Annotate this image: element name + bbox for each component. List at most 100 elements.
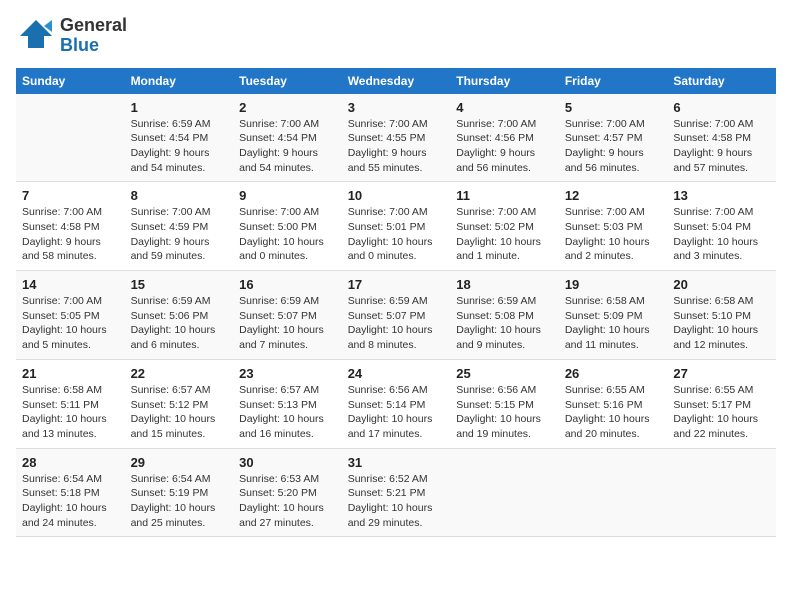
day-number: 20 — [673, 277, 770, 292]
calendar-cell: 27 Sunrise: 6:55 AM Sunset: 5:17 PM Dayli… — [667, 359, 776, 448]
calendar-cell: 5 Sunrise: 7:00 AM Sunset: 4:57 PM Daylig… — [559, 94, 668, 182]
logo-blue-text: Blue — [60, 36, 127, 56]
day-number: 5 — [565, 100, 662, 115]
day-info: Sunrise: 7:00 AM Sunset: 4:57 PM Dayligh… — [565, 117, 662, 176]
day-info: Sunrise: 6:54 AM Sunset: 5:19 PM Dayligh… — [131, 472, 228, 531]
day-number: 22 — [131, 366, 228, 381]
day-number: 26 — [565, 366, 662, 381]
calendar-cell: 16 Sunrise: 6:59 AM Sunset: 5:07 PM Dayli… — [233, 271, 342, 360]
calendar-cell: 10 Sunrise: 7:00 AM Sunset: 5:01 PM Dayli… — [342, 182, 451, 271]
calendar-cell: 3 Sunrise: 7:00 AM Sunset: 4:55 PM Daylig… — [342, 94, 451, 182]
day-number: 7 — [22, 188, 119, 203]
weekday-header-friday: Friday — [559, 68, 668, 94]
day-info: Sunrise: 6:53 AM Sunset: 5:20 PM Dayligh… — [239, 472, 336, 531]
day-info: Sunrise: 6:58 AM Sunset: 5:11 PM Dayligh… — [22, 383, 119, 442]
calendar-cell — [450, 448, 559, 537]
logo-bird-icon — [16, 16, 56, 52]
day-info: Sunrise: 7:00 AM Sunset: 4:55 PM Dayligh… — [348, 117, 445, 176]
calendar-cell: 13 Sunrise: 7:00 AM Sunset: 5:04 PM Dayli… — [667, 182, 776, 271]
day-number: 6 — [673, 100, 770, 115]
day-info: Sunrise: 6:57 AM Sunset: 5:13 PM Dayligh… — [239, 383, 336, 442]
day-info: Sunrise: 6:55 AM Sunset: 5:17 PM Dayligh… — [673, 383, 770, 442]
day-info: Sunrise: 7:00 AM Sunset: 4:58 PM Dayligh… — [673, 117, 770, 176]
calendar-week-row: 1 Sunrise: 6:59 AM Sunset: 4:54 PM Daylig… — [16, 94, 776, 182]
weekday-header-monday: Monday — [125, 68, 234, 94]
day-number: 3 — [348, 100, 445, 115]
day-info: Sunrise: 6:59 AM Sunset: 4:54 PM Dayligh… — [131, 117, 228, 176]
day-number: 30 — [239, 455, 336, 470]
calendar-cell: 28 Sunrise: 6:54 AM Sunset: 5:18 PM Dayli… — [16, 448, 125, 537]
day-number: 29 — [131, 455, 228, 470]
calendar-cell: 4 Sunrise: 7:00 AM Sunset: 4:56 PM Daylig… — [450, 94, 559, 182]
day-info: Sunrise: 7:00 AM Sunset: 4:56 PM Dayligh… — [456, 117, 553, 176]
day-number: 27 — [673, 366, 770, 381]
day-info: Sunrise: 6:59 AM Sunset: 5:07 PM Dayligh… — [239, 294, 336, 353]
weekday-header-sunday: Sunday — [16, 68, 125, 94]
calendar-cell: 1 Sunrise: 6:59 AM Sunset: 4:54 PM Daylig… — [125, 94, 234, 182]
day-info: Sunrise: 6:59 AM Sunset: 5:06 PM Dayligh… — [131, 294, 228, 353]
day-info: Sunrise: 7:00 AM Sunset: 4:54 PM Dayligh… — [239, 117, 336, 176]
day-info: Sunrise: 6:59 AM Sunset: 5:07 PM Dayligh… — [348, 294, 445, 353]
day-number: 9 — [239, 188, 336, 203]
day-info: Sunrise: 7:00 AM Sunset: 5:04 PM Dayligh… — [673, 205, 770, 264]
calendar-cell: 18Sunrise: 6:59 AM Sunset: 5:08 PM Dayli… — [450, 271, 559, 360]
day-number: 16 — [239, 277, 336, 292]
calendar-cell: 26 Sunrise: 6:55 AM Sunset: 5:16 PM Dayli… — [559, 359, 668, 448]
day-info: Sunrise: 6:52 AM Sunset: 5:21 PM Dayligh… — [348, 472, 445, 531]
day-number: 19 — [565, 277, 662, 292]
day-number: 18 — [456, 277, 553, 292]
day-info: Sunrise: 7:00 AM Sunset: 5:00 PM Dayligh… — [239, 205, 336, 264]
weekday-header-tuesday: Tuesday — [233, 68, 342, 94]
day-info: Sunrise: 7:00 AM Sunset: 5:03 PM Dayligh… — [565, 205, 662, 264]
day-number: 8 — [131, 188, 228, 203]
day-info: Sunrise: 6:57 AM Sunset: 5:12 PM Dayligh… — [131, 383, 228, 442]
day-info: Sunrise: 7:00 AM Sunset: 5:01 PM Dayligh… — [348, 205, 445, 264]
day-number: 24 — [348, 366, 445, 381]
calendar-week-row: 14Sunrise: 7:00 AM Sunset: 5:05 PM Dayli… — [16, 271, 776, 360]
day-number: 21 — [22, 366, 119, 381]
calendar-week-row: 28 Sunrise: 6:54 AM Sunset: 5:18 PM Dayli… — [16, 448, 776, 537]
calendar-cell: 8 Sunrise: 7:00 AM Sunset: 4:59 PM Daylig… — [125, 182, 234, 271]
calendar-cell: 29 Sunrise: 6:54 AM Sunset: 5:19 PM Dayli… — [125, 448, 234, 537]
page-header: General Blue — [16, 16, 776, 56]
calendar-cell: 30 Sunrise: 6:53 AM Sunset: 5:20 PM Dayli… — [233, 448, 342, 537]
day-info: Sunrise: 7:00 AM Sunset: 5:02 PM Dayligh… — [456, 205, 553, 264]
day-number: 23 — [239, 366, 336, 381]
calendar-cell: 25 Sunrise: 6:56 AM Sunset: 5:15 PM Dayli… — [450, 359, 559, 448]
day-number: 28 — [22, 455, 119, 470]
day-number: 31 — [348, 455, 445, 470]
day-info: Sunrise: 6:55 AM Sunset: 5:16 PM Dayligh… — [565, 383, 662, 442]
day-number: 4 — [456, 100, 553, 115]
day-info: Sunrise: 6:56 AM Sunset: 5:15 PM Dayligh… — [456, 383, 553, 442]
day-info: Sunrise: 7:00 AM Sunset: 4:59 PM Dayligh… — [131, 205, 228, 264]
calendar-cell: 31 Sunrise: 6:52 AM Sunset: 5:21 PM Dayli… — [342, 448, 451, 537]
day-number: 12 — [565, 188, 662, 203]
logo-general-text: General — [60, 16, 127, 36]
day-number: 10 — [348, 188, 445, 203]
day-info: Sunrise: 6:58 AM Sunset: 5:09 PM Dayligh… — [565, 294, 662, 353]
calendar-week-row: 7Sunrise: 7:00 AM Sunset: 4:58 PM Daylig… — [16, 182, 776, 271]
day-number: 15 — [131, 277, 228, 292]
weekday-header-wednesday: Wednesday — [342, 68, 451, 94]
calendar-cell: 17 Sunrise: 6:59 AM Sunset: 5:07 PM Dayli… — [342, 271, 451, 360]
calendar-cell — [667, 448, 776, 537]
day-info: Sunrise: 6:54 AM Sunset: 5:18 PM Dayligh… — [22, 472, 119, 531]
calendar-cell — [16, 94, 125, 182]
day-number: 1 — [131, 100, 228, 115]
calendar-cell: 11 Sunrise: 7:00 AM Sunset: 5:02 PM Dayli… — [450, 182, 559, 271]
calendar-cell — [559, 448, 668, 537]
calendar-cell: 7Sunrise: 7:00 AM Sunset: 4:58 PM Daylig… — [16, 182, 125, 271]
calendar-cell: 21 Sunrise: 6:58 AM Sunset: 5:11 PM Dayli… — [16, 359, 125, 448]
calendar-cell: 19 Sunrise: 6:58 AM Sunset: 5:09 PM Dayli… — [559, 271, 668, 360]
calendar-cell: 6 Sunrise: 7:00 AM Sunset: 4:58 PM Daylig… — [667, 94, 776, 182]
weekday-header-saturday: Saturday — [667, 68, 776, 94]
day-number: 25 — [456, 366, 553, 381]
calendar-cell: 22 Sunrise: 6:57 AM Sunset: 5:12 PM Dayli… — [125, 359, 234, 448]
day-info: Sunrise: 7:00 AM Sunset: 5:05 PM Dayligh… — [22, 294, 119, 353]
day-number: 17 — [348, 277, 445, 292]
weekday-header-thursday: Thursday — [450, 68, 559, 94]
calendar-table: SundayMondayTuesdayWednesdayThursdayFrid… — [16, 68, 776, 538]
logo: General Blue — [16, 16, 127, 56]
day-number: 11 — [456, 188, 553, 203]
day-number: 13 — [673, 188, 770, 203]
